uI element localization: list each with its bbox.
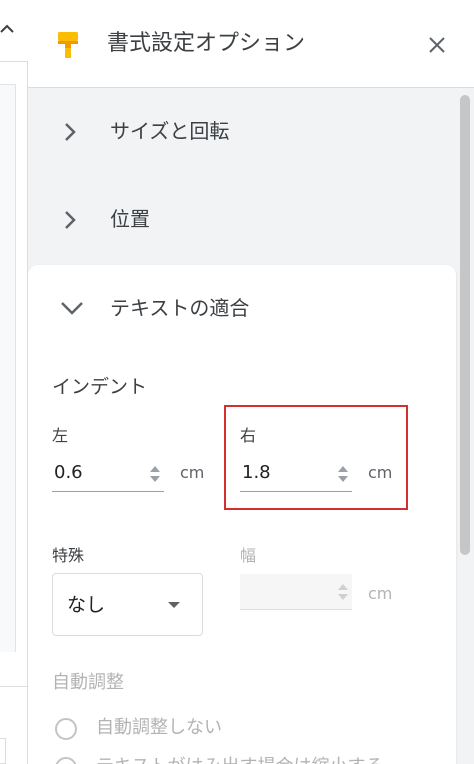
width-input bbox=[240, 574, 352, 610]
chevron-right-icon bbox=[65, 123, 76, 141]
panel-scrollbar[interactable] bbox=[458, 92, 474, 764]
special-indent-value: なし bbox=[67, 594, 106, 616]
autofit-title: 自動調整 bbox=[52, 672, 124, 693]
section-text-fit-header[interactable]: テキストの適合 bbox=[28, 265, 456, 351]
width-label: 幅 bbox=[240, 546, 257, 565]
indent-left-input[interactable]: 0.6 bbox=[52, 456, 164, 492]
indent-left-value: 0.6 bbox=[54, 462, 83, 483]
format-options-panel: 書式設定オプション サイズと回転 位置 テキストの適合 インデント 左 0.6 bbox=[28, 0, 474, 764]
spinner-arrows-icon bbox=[338, 584, 348, 600]
spinner-arrows-icon[interactable] bbox=[148, 460, 162, 488]
paint-roller-icon bbox=[58, 32, 78, 58]
section-position[interactable]: 位置 bbox=[28, 176, 458, 264]
autofit-option-label: 自動調整しない bbox=[96, 717, 222, 738]
special-indent-select[interactable]: なし bbox=[52, 573, 203, 636]
section-label: 位置 bbox=[110, 207, 150, 231]
slide-canvas-edge bbox=[0, 84, 16, 652]
autofit-option-none[interactable]: 自動調整しない bbox=[52, 713, 442, 743]
dropdown-arrow-icon bbox=[168, 602, 180, 608]
indent-left-unit: cm bbox=[180, 463, 205, 482]
chevron-up-icon[interactable] bbox=[0, 14, 14, 44]
divider bbox=[0, 686, 28, 687]
panel-header: 書式設定オプション bbox=[28, 0, 474, 88]
section-label: サイズと回転 bbox=[110, 119, 230, 143]
radio-button[interactable] bbox=[55, 718, 77, 740]
radio-button[interactable] bbox=[55, 757, 77, 764]
section-size-rotation[interactable]: サイズと回転 bbox=[28, 88, 458, 176]
chevron-down-icon bbox=[61, 302, 83, 315]
document-area bbox=[0, 0, 28, 764]
document-toolbar-edge bbox=[0, 0, 28, 62]
indent-title: インデント bbox=[52, 376, 148, 398]
special-label: 特殊 bbox=[52, 546, 85, 565]
autofit-option-shrink[interactable]: テキストがはみ出す場合は縮小する bbox=[52, 752, 442, 764]
section-label: テキストの適合 bbox=[110, 296, 250, 320]
highlight-box bbox=[224, 405, 408, 510]
scrollbar-thumb[interactable] bbox=[460, 95, 470, 555]
speaker-notes-edge bbox=[0, 738, 6, 764]
panel-title: 書式設定オプション bbox=[107, 31, 306, 56]
close-icon[interactable] bbox=[422, 30, 452, 60]
indent-left-label: 左 bbox=[52, 426, 69, 445]
autofit-option-label: テキストがはみ出す場合は縮小する bbox=[96, 754, 383, 764]
width-unit: cm bbox=[368, 584, 393, 603]
chevron-right-icon bbox=[65, 211, 76, 229]
